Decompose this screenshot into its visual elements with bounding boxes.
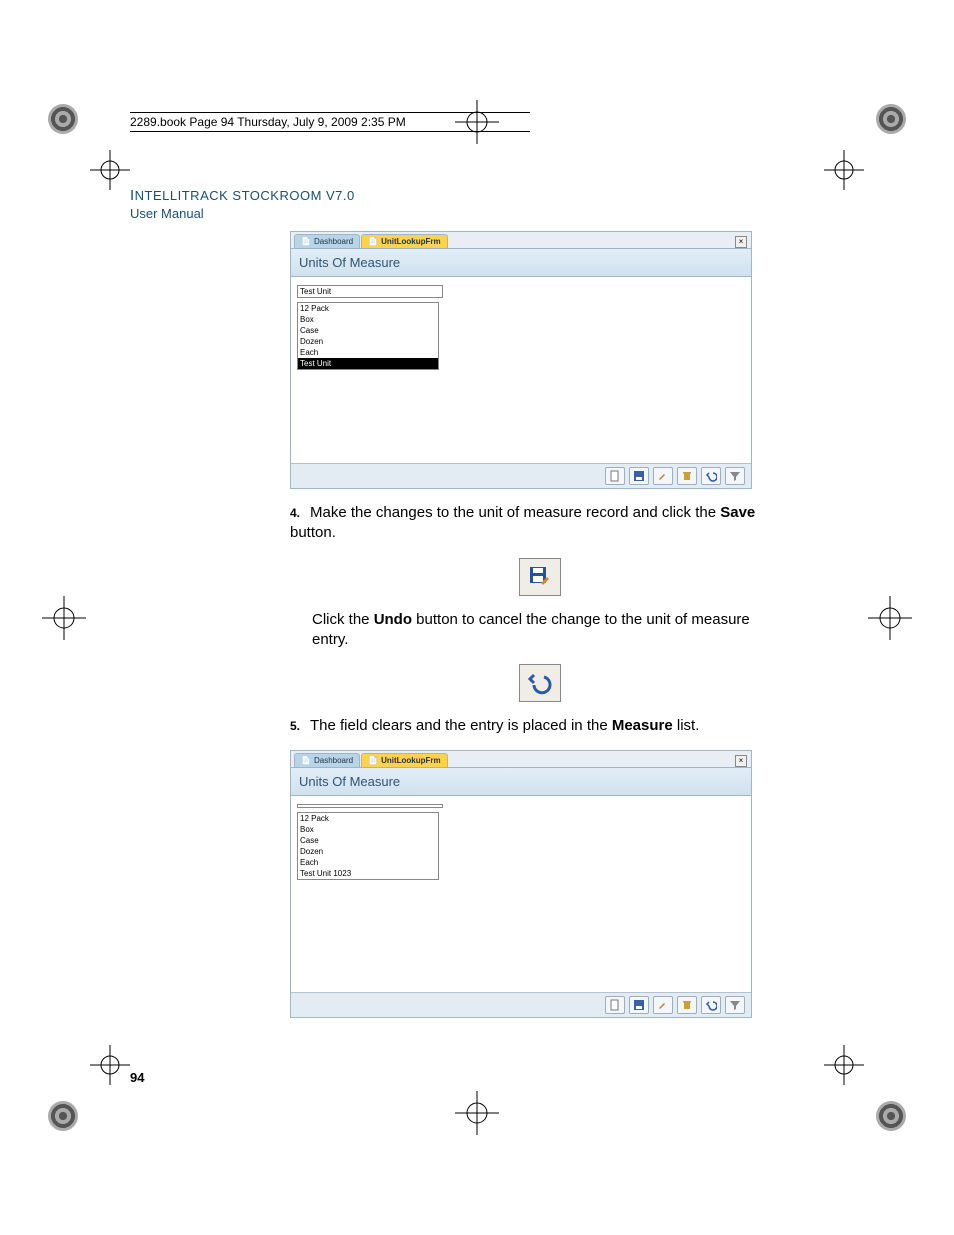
measure-list[interactable]: 12 Pack Box Case Dozen Each Test Unit (297, 302, 439, 370)
filter-button[interactable] (725, 467, 745, 485)
edit-button[interactable] (653, 467, 673, 485)
edit-button[interactable] (653, 996, 673, 1014)
registration-mark-right (868, 596, 912, 640)
page-number: 94 (130, 1070, 144, 1085)
save-button[interactable] (629, 467, 649, 485)
crop-ring (48, 1101, 78, 1131)
toolbar (291, 463, 751, 488)
crop-cross-bl (90, 1045, 130, 1085)
list-item[interactable]: Box (298, 824, 438, 835)
save-button[interactable] (629, 996, 649, 1014)
page-meta-line: 2289.book Page 94 Thursday, July 9, 2009… (130, 112, 530, 132)
document-icon: 📄 (368, 237, 378, 246)
tab-unitlookupfrm[interactable]: 📄 UnitLookupFrm (361, 234, 448, 248)
undo-button[interactable] (701, 996, 721, 1014)
list-item[interactable]: Each (298, 347, 438, 358)
new-button[interactable] (605, 996, 625, 1014)
screenshot-units-of-measure-2: 📄 Dashboard 📄 UnitLookupFrm × Units Of M… (290, 750, 752, 1018)
list-item[interactable]: 12 Pack (298, 303, 438, 314)
document-icon: 📄 (301, 237, 311, 246)
measure-input[interactable] (297, 804, 443, 808)
doc-header: INTELLITRACK STOCKROOM V7.0 User Manual (130, 187, 820, 221)
delete-button[interactable] (677, 996, 697, 1014)
document-icon: 📄 (368, 756, 378, 765)
undo-icon-illustration (519, 664, 561, 702)
list-item-selected[interactable]: Test Unit (298, 358, 438, 369)
list-item[interactable]: Test Unit 1023 (298, 868, 438, 879)
undo-button[interactable] (701, 467, 721, 485)
close-icon[interactable]: × (735, 755, 747, 767)
crop-ring (876, 1101, 906, 1131)
screenshot-units-of-measure-1: 📄 Dashboard 📄 UnitLookupFrm × Units Of M… (290, 231, 752, 489)
registration-mark-bottom (455, 1091, 499, 1135)
window-title: Units Of Measure (291, 768, 751, 796)
step-4-undo-text: Click the Undo button to cancel the chan… (312, 610, 790, 651)
list-item[interactable]: Box (298, 314, 438, 325)
list-item[interactable]: Dozen (298, 336, 438, 347)
tab-unitlookupfrm[interactable]: 📄 UnitLookupFrm (361, 753, 448, 767)
list-item[interactable]: Dozen (298, 846, 438, 857)
step-5: 5.The field clears and the entry is plac… (290, 716, 790, 736)
crop-cross-tr (824, 150, 864, 190)
filter-button[interactable] (725, 996, 745, 1014)
new-button[interactable] (605, 467, 625, 485)
crop-ring (876, 104, 906, 134)
measure-list[interactable]: 12 Pack Box Case Dozen Each Test Unit 10… (297, 812, 439, 880)
close-icon[interactable]: × (735, 236, 747, 248)
window-title: Units Of Measure (291, 249, 751, 277)
toolbar (291, 992, 751, 1017)
list-item[interactable]: Case (298, 835, 438, 846)
crop-cross-br (824, 1045, 864, 1085)
list-item[interactable]: Case (298, 325, 438, 336)
list-item[interactable]: 12 Pack (298, 813, 438, 824)
crop-ring (48, 104, 78, 134)
measure-input[interactable]: Test Unit (297, 285, 443, 298)
tab-dashboard[interactable]: 📄 Dashboard (294, 753, 360, 767)
registration-mark-left (42, 596, 86, 640)
document-icon: 📄 (301, 756, 311, 765)
delete-button[interactable] (677, 467, 697, 485)
tab-dashboard[interactable]: 📄 Dashboard (294, 234, 360, 248)
save-icon-illustration (519, 558, 561, 596)
step-4: 4.Make the changes to the unit of measur… (290, 503, 790, 544)
crop-cross-tl (90, 150, 130, 190)
list-item[interactable]: Each (298, 857, 438, 868)
